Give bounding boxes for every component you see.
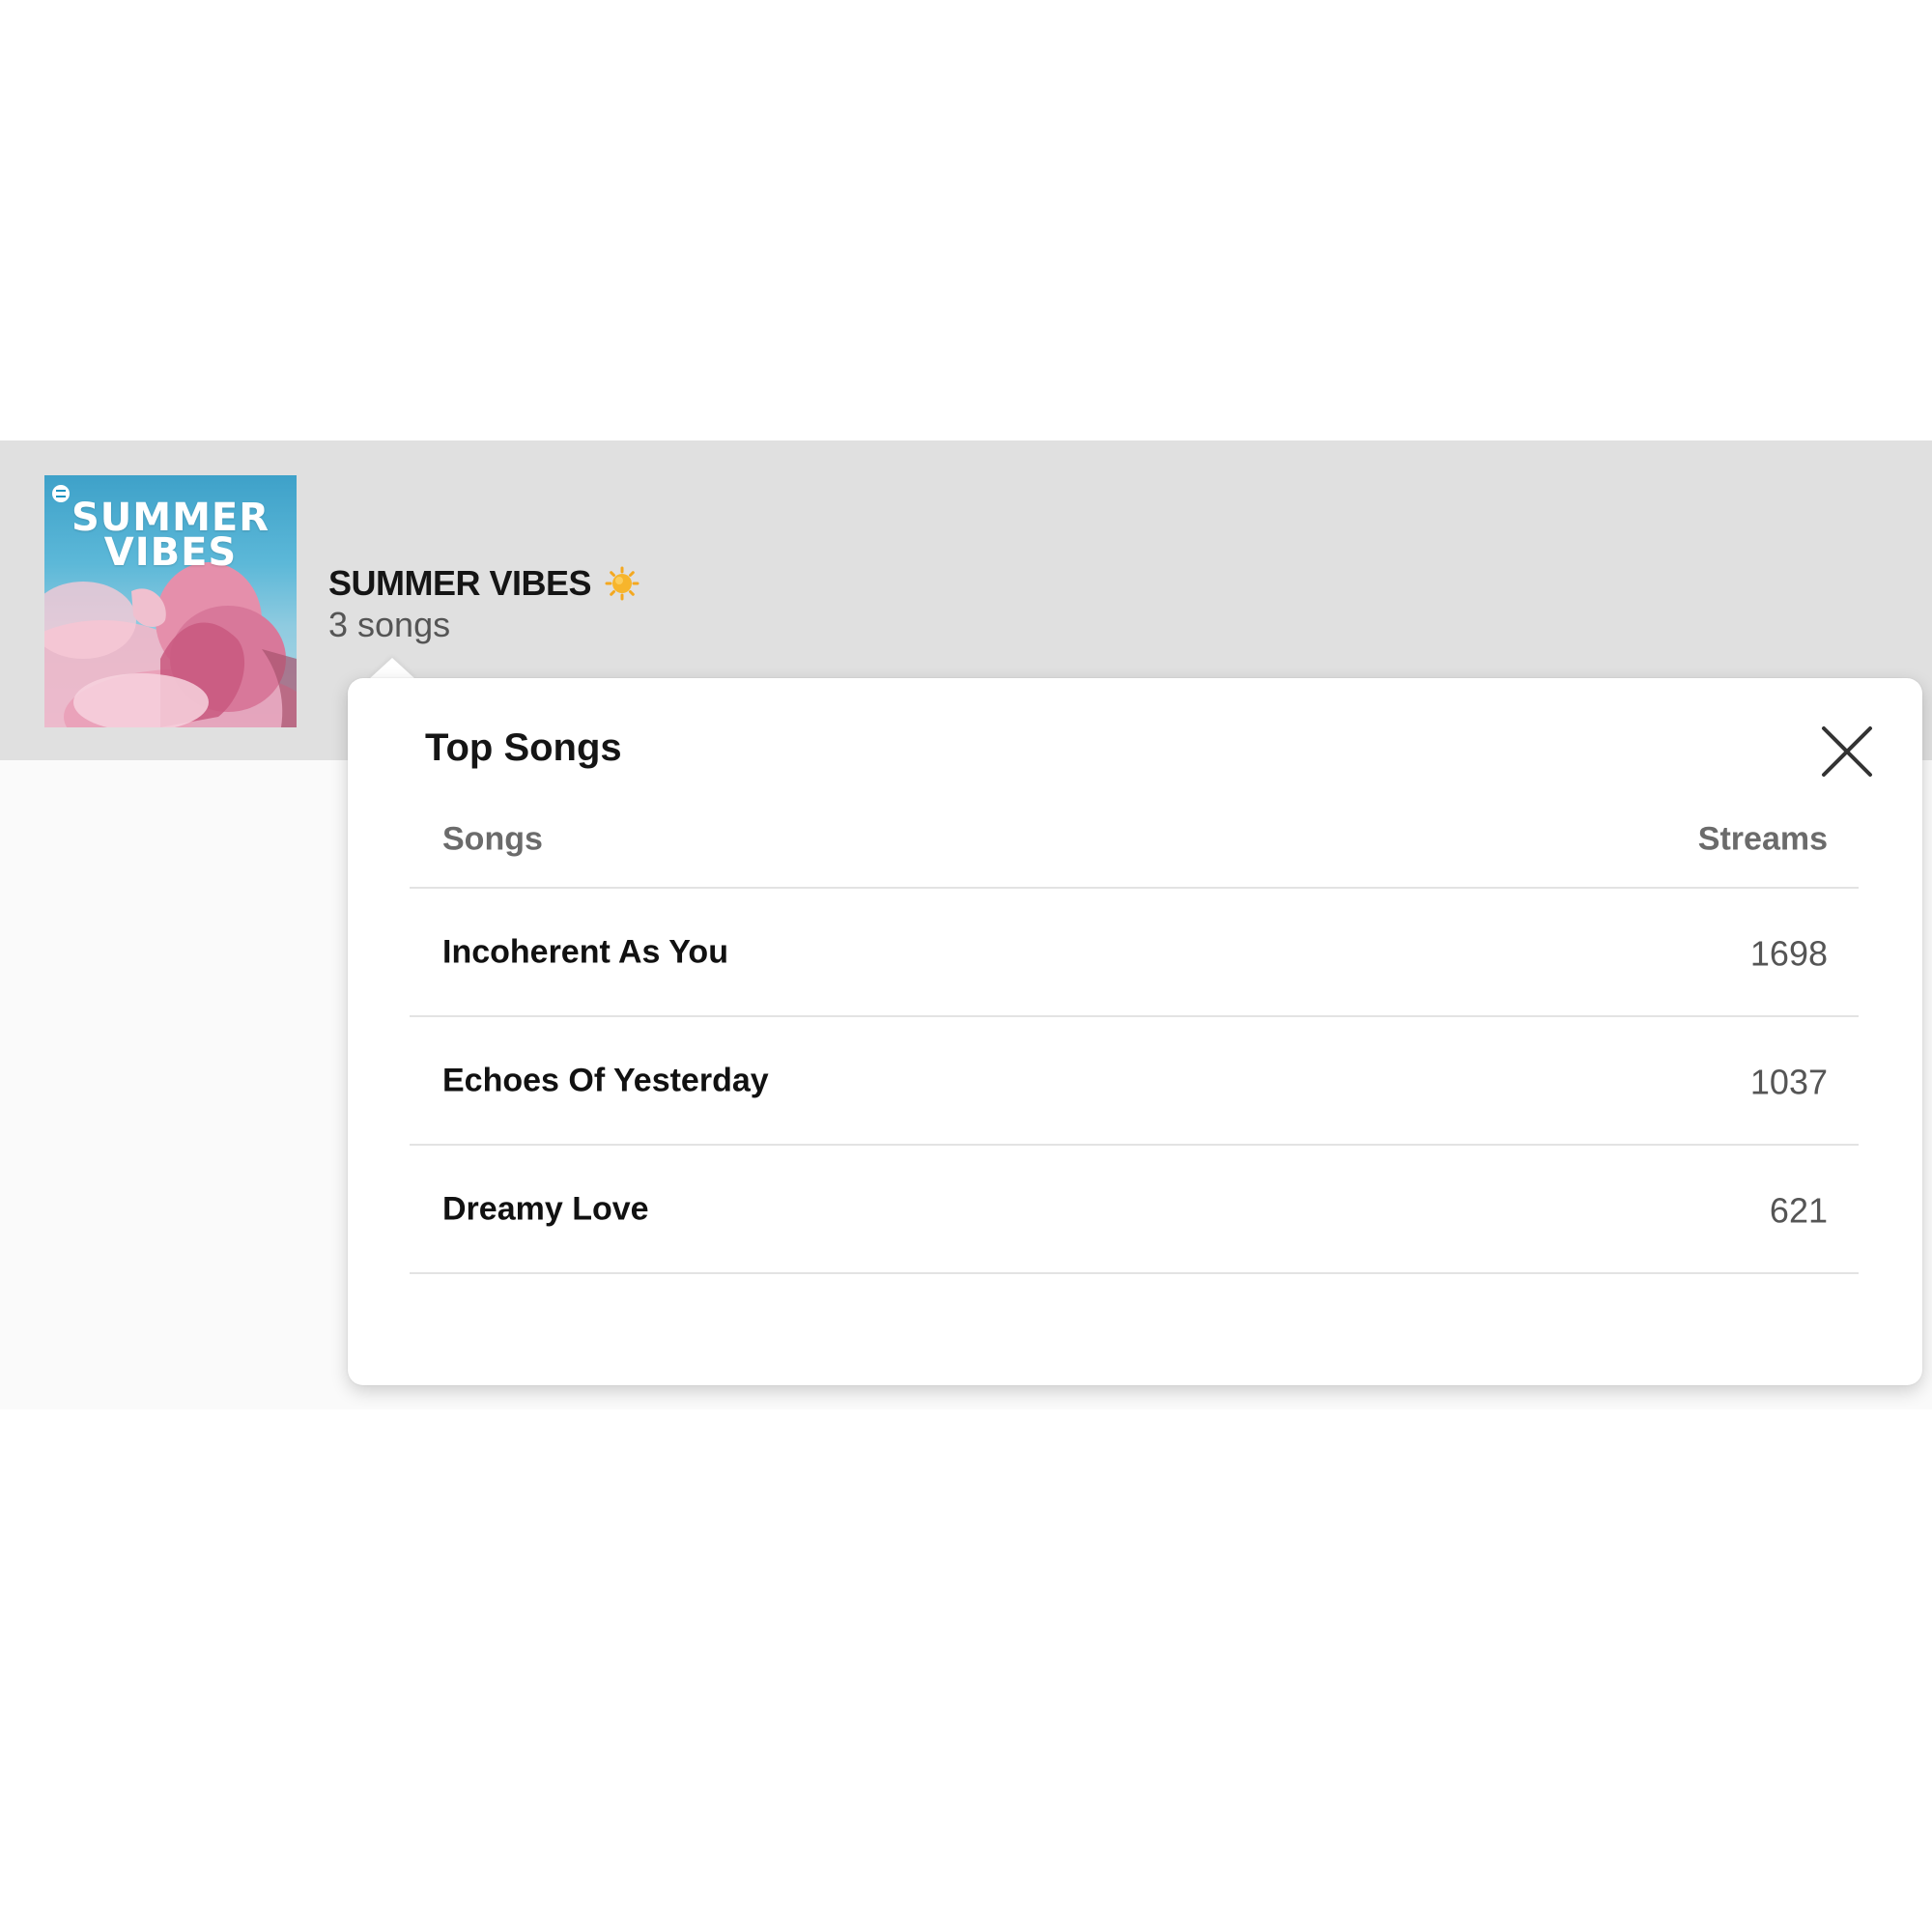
sun-icon <box>605 566 639 601</box>
table-header: Songs Streams <box>410 792 1859 889</box>
top-songs-popover: Top Songs Songs Streams Incoherent As Yo… <box>348 678 1922 1385</box>
playlist-cover-image[interactable]: SUMMER VIBES <box>44 475 297 727</box>
column-header-streams[interactable]: Streams <box>1698 821 1828 859</box>
popover-title: Top Songs <box>425 726 622 769</box>
playlist-title[interactable]: SUMMER VIBES <box>328 562 639 605</box>
song-title: Echoes Of Yesterday <box>442 1062 769 1098</box>
stream-count: 1037 <box>1749 1062 1828 1102</box>
column-header-songs[interactable]: Songs <box>442 821 543 859</box>
song-title: Incoherent As You <box>442 933 728 970</box>
close-button[interactable] <box>1820 724 1874 779</box>
playlist-title-text: SUMMER VIBES <box>328 563 592 603</box>
top-songs-table: Songs Streams Incoherent As You 1698 Ech… <box>410 792 1859 1274</box>
table-row[interactable]: Dreamy Love 621 <box>410 1146 1859 1274</box>
song-count: 3 songs <box>328 605 451 644</box>
close-icon <box>1822 726 1872 777</box>
stream-count: 1698 <box>1749 933 1828 974</box>
popover-caret <box>369 658 415 679</box>
table-row[interactable]: Incoherent As You 1698 <box>410 889 1859 1017</box>
song-title: Dreamy Love <box>442 1190 649 1227</box>
cover-title-line2: VIBES <box>103 530 238 575</box>
table-row[interactable]: Echoes Of Yesterday 1037 <box>410 1017 1859 1146</box>
stream-count: 621 <box>1769 1190 1828 1231</box>
